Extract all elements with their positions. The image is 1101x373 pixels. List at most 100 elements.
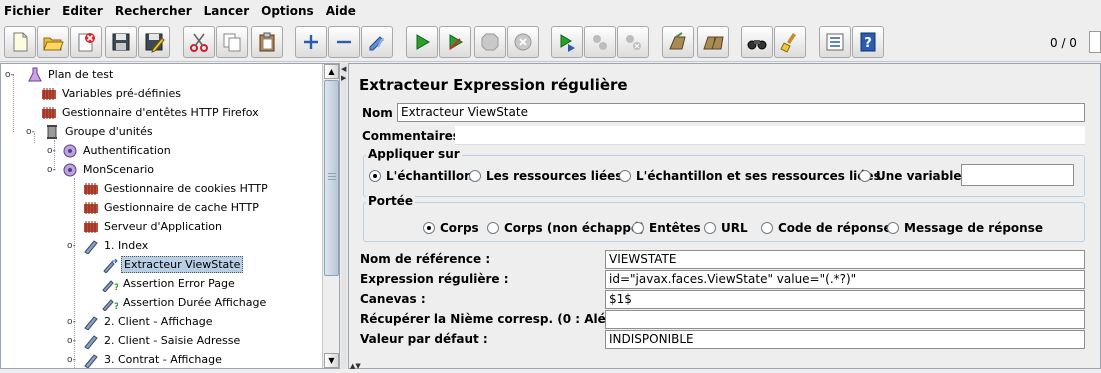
split-arrows[interactable]: ▲▼ <box>350 362 361 370</box>
clear-button[interactable] <box>662 26 694 58</box>
tree-item[interactable]: o- 2. Client - Saisie Adresse <box>67 331 242 350</box>
variable-name-field[interactable] <box>961 164 1074 186</box>
start-no-pause-button[interactable] <box>439 26 471 58</box>
help-button[interactable]: ? <box>852 26 884 58</box>
collapse-right-icon[interactable]: ▶ <box>341 74 346 82</box>
default-value-label: Valeur par défaut : <box>360 332 488 346</box>
add-button[interactable] <box>295 26 327 58</box>
scope-title: Portée <box>366 194 415 208</box>
config-icon <box>84 220 98 233</box>
apply-sample-and-resources-radio[interactable]: L'échantillon et ses ressources liées <box>619 169 881 183</box>
collapse-left-icon[interactable]: ◀ <box>341 65 346 73</box>
save-button[interactable] <box>105 26 137 58</box>
scope-body-radio[interactable]: Corps <box>423 221 479 235</box>
scope-headers-radio[interactable]: Entêtes <box>632 221 701 235</box>
remote-shutdown-button[interactable] <box>617 26 649 58</box>
remove-button[interactable] <box>328 26 360 58</box>
radio-selected-icon <box>369 170 381 182</box>
paste-button[interactable] <box>251 26 283 58</box>
reference-name-field[interactable]: VIEWSTATE <box>605 250 1085 269</box>
tree-item[interactable]: o- MonScenario <box>47 160 156 179</box>
apply-resources-radio[interactable]: Les ressources liées <box>469 169 622 183</box>
radio-icon <box>704 222 716 234</box>
name-field[interactable]: Extracteur ViewState <box>397 103 1085 122</box>
search-button[interactable] <box>741 26 773 58</box>
remote-start-icon <box>560 34 575 52</box>
tree-item[interactable]: Serveur d'Application <box>83 217 224 236</box>
shutdown-button[interactable] <box>507 26 539 58</box>
sampler-icon <box>84 315 98 330</box>
assertion-icon: ? <box>102 279 118 292</box>
open-button[interactable] <box>37 26 69 58</box>
remote-start-button[interactable] <box>551 26 583 58</box>
tree-item[interactable]: ? Assertion Error Page <box>102 274 237 293</box>
comments-field[interactable] <box>455 126 1085 145</box>
help-icon: ? <box>860 32 876 52</box>
menu-rechercher[interactable]: Rechercher <box>109 0 198 22</box>
close-button[interactable] <box>70 26 102 58</box>
start-button[interactable] <box>406 26 438 58</box>
match-number-field[interactable] <box>605 310 1085 329</box>
toggle-button[interactable] <box>361 26 393 58</box>
tree-item[interactable]: Gestionnaire de cookies HTTP <box>83 179 270 198</box>
copy-icon <box>223 33 241 52</box>
remote-shutdown-icon <box>626 35 641 50</box>
tree-item[interactable]: o- 1. Index <box>67 236 150 255</box>
test-plan-tree: o- Plan de test Variables pré-définies G… <box>0 63 340 369</box>
remote-stop-button[interactable] <box>584 26 616 58</box>
comments-label: Commentaires : <box>362 129 469 143</box>
template-field[interactable]: $1$ <box>605 290 1085 309</box>
regex-field[interactable]: id="javax.faces.ViewState" value="(.*?)" <box>605 270 1085 289</box>
tree-item-thread-group[interactable]: o- Groupe d'unités <box>26 122 155 141</box>
template-label: Canevas : <box>360 292 426 306</box>
tree-item[interactable]: Gestionnaire d'entêtes HTTP Firefox <box>41 103 261 122</box>
tree-item[interactable]: Variables pré-définies <box>41 84 183 103</box>
clear-all-button[interactable] <box>697 26 729 58</box>
scope-response-code-radio[interactable]: Code de réponse <box>761 221 892 235</box>
scroll-up-button[interactable]: ▲ <box>324 64 339 79</box>
apply-sample-radio[interactable]: L'échantillon <box>369 169 473 183</box>
function-helper-button[interactable] <box>819 26 851 58</box>
scope-body-unescaped-radio[interactable]: Corps (non échappé) <box>487 221 645 235</box>
close-icon <box>78 33 95 52</box>
start-icon <box>416 34 430 50</box>
apply-variable-radio[interactable]: Une variable : <box>859 169 970 183</box>
scroll-down-button[interactable]: ▼ <box>324 353 339 368</box>
stop-button[interactable] <box>474 26 506 58</box>
menu-options[interactable]: Options <box>255 0 320 22</box>
radio-icon <box>469 170 481 182</box>
tree-item-plan[interactable]: o- Plan de test <box>5 65 115 84</box>
tree-item[interactable]: o- 3. Contrat - Affichage <box>67 350 224 368</box>
tree-item[interactable]: o- 2. Client - Affichage <box>67 312 214 331</box>
radio-icon <box>761 222 773 234</box>
scroll-thumb[interactable] <box>324 80 339 276</box>
scope-url-radio[interactable]: URL <box>704 221 748 235</box>
menu-lancer[interactable]: Lancer <box>198 0 255 22</box>
menu-editer[interactable]: Editer <box>56 0 109 22</box>
reference-name-label: Nom de référence : <box>360 252 491 266</box>
remote-stop-icon <box>593 35 607 50</box>
default-value-field[interactable]: INDISPONIBLE <box>605 330 1085 349</box>
splitter[interactable]: ◀ ▶ <box>341 63 347 369</box>
tree-vertical-scrollbar[interactable]: ▲ ▼ <box>322 64 339 368</box>
save-as-button[interactable] <box>138 26 170 58</box>
cut-button[interactable] <box>183 26 215 58</box>
tree-item[interactable]: o- Authentification <box>47 141 173 160</box>
menu-fichier[interactable]: Fichier <box>0 0 56 22</box>
controller-icon <box>63 163 77 176</box>
tree-item-selected[interactable]: Extracteur ViewState <box>102 255 244 274</box>
cut-icon <box>190 33 208 52</box>
copy-button[interactable] <box>216 26 248 58</box>
open-icon <box>43 37 64 51</box>
config-icon <box>42 106 56 119</box>
tree-item[interactable]: Gestionnaire de cache HTTP <box>83 198 261 217</box>
tree-item[interactable]: ? Assertion Durée Affichage <box>102 293 268 312</box>
search-icon <box>747 40 767 50</box>
scope-response-message-radio[interactable]: Message de réponse <box>887 221 1043 235</box>
svg-text:?: ? <box>114 283 118 292</box>
new-button[interactable] <box>4 26 36 58</box>
clear-icon <box>669 32 686 50</box>
save-as-icon <box>145 33 165 53</box>
menu-aide[interactable]: Aide <box>320 0 362 22</box>
reset-search-button[interactable] <box>774 26 806 58</box>
